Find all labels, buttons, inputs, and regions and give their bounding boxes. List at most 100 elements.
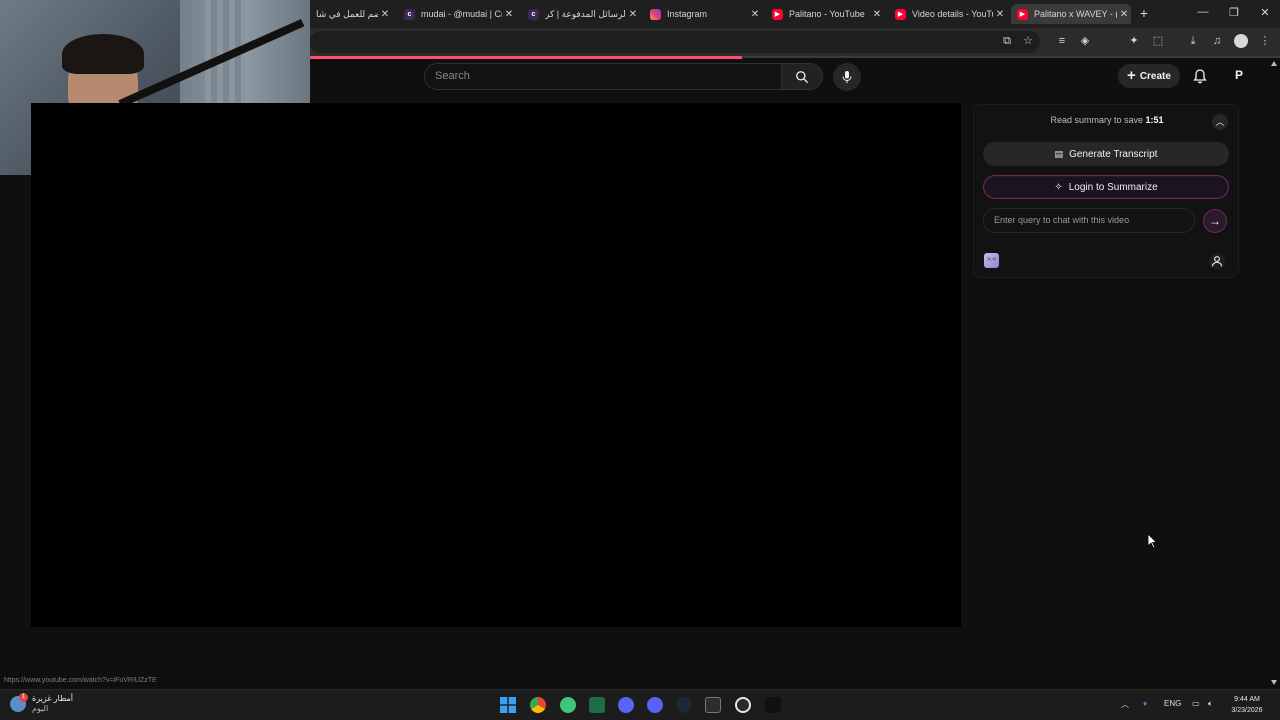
microphone-icon	[842, 71, 852, 83]
scroll-down-arrow-icon[interactable]	[1270, 678, 1278, 686]
steam-icon[interactable]	[676, 697, 692, 713]
clock[interactable]: 9:44 AM 3/23/2026	[1225, 694, 1269, 716]
send-arrow-icon[interactable]: →	[1203, 209, 1227, 233]
tab-close-icon[interactable]: ✕	[870, 9, 884, 20]
voice-search-button[interactable]	[833, 63, 861, 91]
notifications-button[interactable]	[1192, 68, 1208, 84]
user-icon[interactable]	[1209, 253, 1225, 269]
address-bar[interactable]	[310, 31, 1040, 53]
tab-7-active[interactable]: ▶ Palitano x WAVEY - ( ✕	[1011, 4, 1131, 24]
windows-taskbar: 1 أمطار غزيرة اليوم ︿ ♦ ENG ▭ 🔈︎ 9:44 AM…	[0, 689, 1280, 720]
video-player[interactable]	[31, 103, 961, 627]
minimize-icon[interactable]: —	[1196, 6, 1210, 18]
tab-title: Palitano - YouTube	[789, 9, 865, 19]
tab-5[interactable]: ▶ Palitano - YouTube ✕	[766, 4, 884, 24]
tab-close-icon[interactable]: ✕	[993, 9, 1007, 20]
new-tab-button[interactable]: +	[1136, 5, 1152, 21]
close-window-icon[interactable]: ✕	[1258, 6, 1272, 19]
c-favicon-icon: c	[528, 8, 539, 20]
extension-icon[interactable]: ✦	[1127, 34, 1141, 48]
capcut-icon[interactable]	[765, 697, 781, 713]
tab-2[interactable]: c mudai - @mudai | Cr ✕	[398, 4, 516, 24]
tab-4[interactable]: Instagram ✕	[644, 4, 762, 24]
discord-icon[interactable]	[618, 697, 634, 713]
search-input[interactable]: Search	[424, 63, 782, 90]
volume-icon[interactable]: 🔈︎	[1208, 699, 1213, 709]
clock-date: 3/23/2026	[1231, 707, 1263, 714]
media-control-icon[interactable]: ♫	[1210, 34, 1224, 48]
tab-title: الرسائل المدفوعة | كر	[545, 8, 626, 19]
tab-close-icon[interactable]: ✕	[502, 9, 516, 20]
windows-start-icon[interactable]	[500, 697, 516, 713]
browser-menu-icon[interactable]: ⋮	[1258, 34, 1272, 48]
tab-title: Video details - YouTu	[912, 9, 993, 19]
profile-icon[interactable]	[1234, 34, 1248, 48]
login-to-summarize-label: Login to Summarize	[1068, 181, 1158, 193]
language-indicator[interactable]: ENG	[1164, 699, 1181, 708]
generate-transcript-label: Generate Transcript	[1069, 148, 1158, 160]
tab-title: mudai - @mudai | Cr	[421, 9, 502, 19]
login-to-summarize-button[interactable]: ✧ Login to Summarize	[983, 175, 1229, 199]
plus-icon: +	[1127, 67, 1136, 84]
tab-1[interactable]: انضم للعمل في شا ✕	[310, 4, 392, 24]
chat-query-input[interactable]: Enter query to chat with this video	[983, 208, 1195, 233]
maximize-icon[interactable]: ❐	[1227, 6, 1241, 19]
show-hidden-icons-chevron-icon[interactable]: ︿	[1121, 699, 1129, 710]
summary-header-text: Read summary to save	[1050, 115, 1146, 125]
clock-time: 9:44 AM	[1234, 696, 1260, 703]
network-icon[interactable]: ▭	[1192, 699, 1200, 708]
tab-title: انضم للعمل في شا	[316, 8, 378, 19]
bell-icon	[1193, 69, 1207, 84]
app-icon[interactable]	[735, 697, 751, 713]
helper-app-icon[interactable]	[560, 697, 576, 713]
page-load-progress	[310, 56, 742, 59]
reading-list-icon[interactable]: ≡	[1055, 34, 1069, 48]
sparkle-icon: ✧	[1054, 181, 1063, 193]
extension-logo-icon[interactable]: >.<	[984, 253, 999, 268]
youtube-icon: ▶	[772, 8, 783, 20]
tray-app-icon[interactable]: ♦	[1143, 699, 1147, 708]
mouse-cursor-icon	[1147, 533, 1158, 549]
tab-close-icon[interactable]: ✕	[1117, 9, 1131, 20]
terminal-icon[interactable]	[705, 697, 721, 713]
weather-title: أمطار غزيرة	[32, 694, 74, 703]
bookmark-star-icon[interactable]: ☆	[1021, 34, 1035, 48]
excel-icon[interactable]	[589, 697, 605, 713]
weather-badge: 1	[19, 693, 28, 702]
youtube-icon: ▶	[1017, 8, 1028, 20]
c-favicon-icon: c	[404, 8, 415, 20]
search-button[interactable]	[781, 63, 823, 90]
search-icon	[796, 70, 808, 83]
download-icon[interactable]: ⤓	[1186, 34, 1200, 48]
summary-header-time: 1:51	[1145, 115, 1164, 125]
status-bar-url: https://www.youtube.com/watch?v=iFuVRIUZ…	[0, 675, 161, 687]
weather-subtitle: اليوم	[32, 704, 49, 713]
summary-header: Read summary to save 1:51	[974, 115, 1240, 125]
youtube-icon: ▶	[895, 8, 906, 20]
discord-icon[interactable]	[647, 697, 663, 713]
screen: انضم للعمل في شا ✕ c mudai - @mudai | Cr…	[0, 0, 1280, 720]
shield-extension-icon[interactable]: ◈	[1078, 34, 1092, 48]
tab-close-icon[interactable]: ✕	[626, 9, 640, 20]
transcript-icon: ▤	[1054, 148, 1064, 159]
tab-close-icon[interactable]: ✕	[748, 9, 762, 20]
create-label: Create	[1139, 70, 1171, 82]
collapse-chevron-icon[interactable]: ︿	[1212, 114, 1228, 130]
tab-3[interactable]: c الرسائل المدفوعة | كر ✕	[522, 4, 640, 24]
tab-title: Instagram	[667, 9, 708, 19]
create-button[interactable]: + Create	[1118, 64, 1180, 88]
page-load-track	[742, 56, 1280, 58]
instagram-icon	[650, 8, 661, 20]
install-app-icon[interactable]: ⧉	[1000, 34, 1014, 48]
weather-icon: 1	[10, 693, 28, 712]
summary-panel: Read summary to save 1:51 ︿ ▤ Generate T…	[973, 104, 1239, 278]
tab-title: Palitano x WAVEY - (	[1034, 9, 1117, 19]
scroll-up-arrow-icon[interactable]	[1270, 60, 1278, 68]
generate-transcript-button[interactable]: ▤ Generate Transcript	[983, 142, 1229, 166]
weather-widget[interactable]: 1 أمطار غزيرة اليوم	[10, 693, 74, 714]
account-avatar[interactable]: P	[1230, 66, 1248, 84]
tab-6[interactable]: ▶ Video details - YouTu ✕	[889, 4, 1007, 24]
puzzle-extensions-icon[interactable]: ⬚	[1151, 34, 1165, 48]
tab-close-icon[interactable]: ✕	[378, 9, 392, 20]
chrome-icon[interactable]	[530, 697, 546, 713]
